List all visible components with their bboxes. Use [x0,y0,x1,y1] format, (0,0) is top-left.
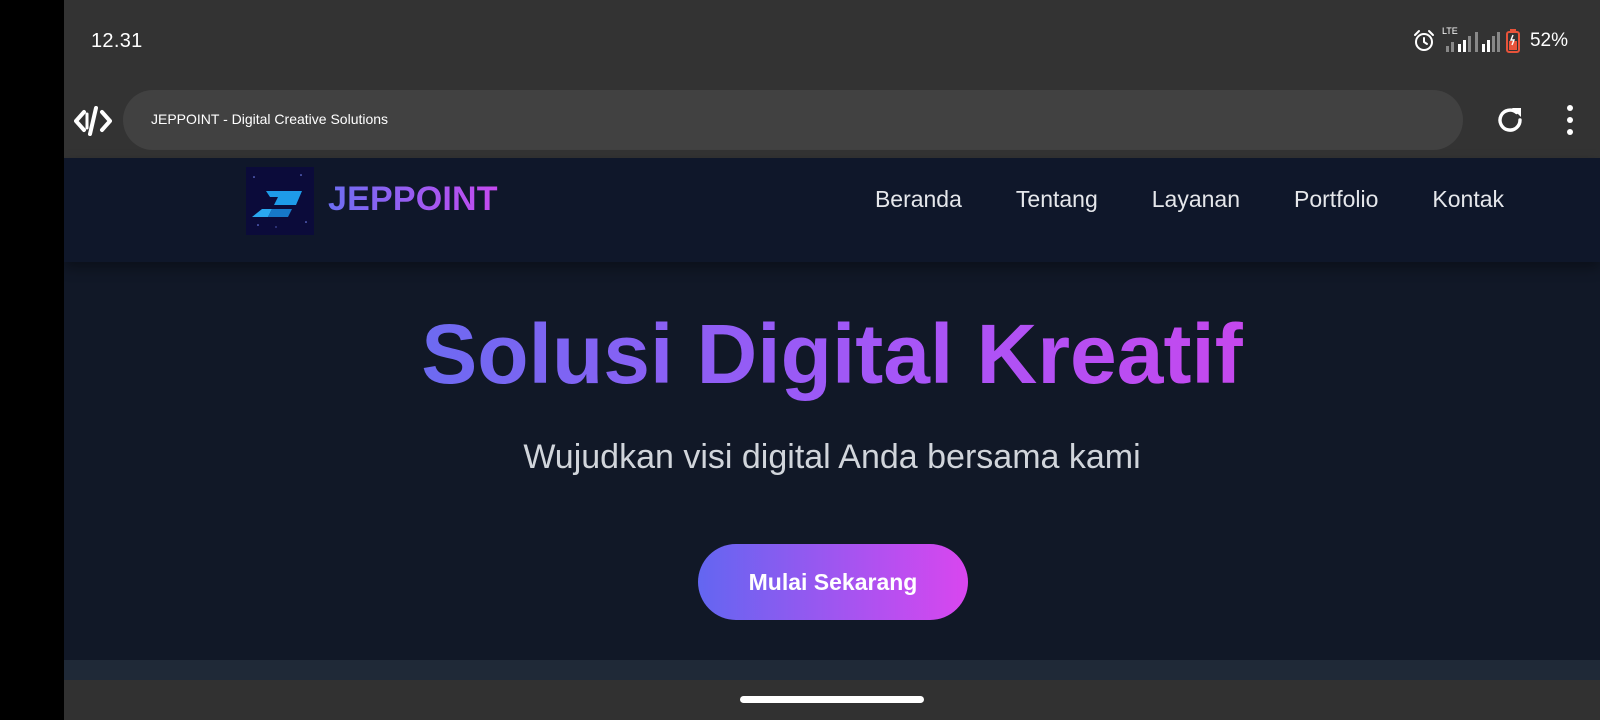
status-time: 12.31 [91,30,143,52]
hero-title: Solusi Digital Kreatif [64,306,1600,403]
system-nav-area [64,680,1600,720]
cta-button[interactable]: Mulai Sekarang [698,544,968,620]
site-navbar: JEPPOINT Beranda Tentang Layanan Portfol… [64,158,1600,262]
nav-portfolio[interactable]: Portfolio [1294,186,1378,213]
nav-beranda[interactable]: Beranda [875,186,962,213]
network-type-label: LTE [1441,26,1458,36]
status-bar: 12.31 LTE 52% [64,0,1600,84]
battery-percentage: 52% [1529,30,1568,51]
brand-name[interactable]: JEPPOINT [328,180,498,219]
hero-title-text: Solusi Digital Kreatif [421,307,1243,401]
browser-toolbar: JEPPOINT - Digital Creative Solutions [64,84,1600,158]
site-code-icon[interactable] [74,102,112,140]
alarm-icon [1412,29,1436,53]
next-section-edge [64,660,1600,680]
hero-subtitle: Wujudkan visi digital Anda bersama kami [523,438,1141,476]
overflow-menu-icon[interactable] [1560,102,1580,138]
site-nav: Beranda Tentang Layanan Portfolio Kontak [821,186,1504,213]
reload-icon[interactable] [1494,104,1526,136]
home-gesture-bar[interactable] [740,696,924,703]
battery-icon [1505,29,1520,53]
status-icons: LTE 52% [1412,26,1568,54]
address-bar-text: JEPPOINT - Digital Creative Solutions [151,111,389,127]
nav-kontak[interactable]: Kontak [1432,186,1504,213]
nav-layanan[interactable]: Layanan [1152,186,1240,213]
nav-tentang[interactable]: Tentang [1016,186,1098,213]
brand-logo[interactable] [246,167,314,235]
web-page: JEPPOINT Beranda Tentang Layanan Portfol… [64,158,1600,680]
device-screen: 12.31 LTE 52% JEPPOINT - Digital Creativ… [64,0,1600,720]
address-bar[interactable]: JEPPOINT - Digital Creative Solutions [123,90,1463,150]
left-black-bar [0,0,64,720]
signal-icon: LTE [1442,26,1500,52]
